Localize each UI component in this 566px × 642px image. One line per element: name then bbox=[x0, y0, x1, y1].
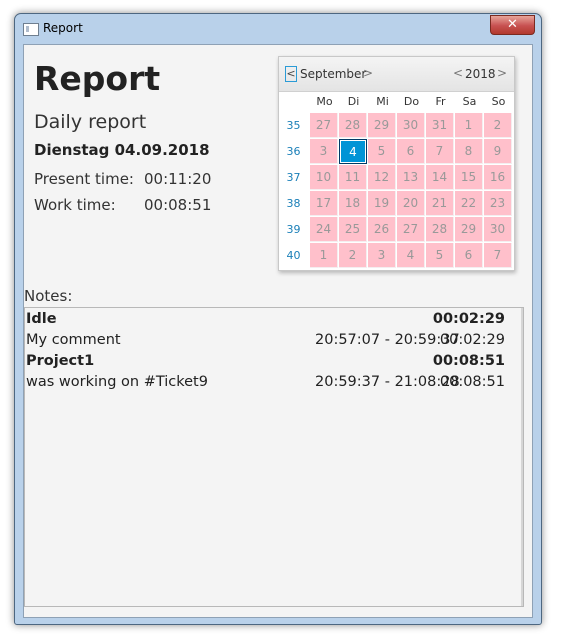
week-number: 38 bbox=[286, 197, 301, 210]
weekday-header: Do bbox=[403, 95, 420, 108]
calendar-day[interactable]: 27 bbox=[397, 217, 425, 242]
calendar-day[interactable]: 3 bbox=[310, 139, 338, 164]
notes-list[interactable]: Idle 00:02:29 My comment 20:57:07 - 20:59:3… bbox=[24, 307, 524, 607]
calendar-day[interactable]: 16 bbox=[484, 165, 512, 190]
calendar-day[interactable]: 24 bbox=[310, 217, 338, 242]
calendar-day[interactable]: 27 bbox=[310, 113, 338, 138]
calendar-day[interactable]: 11 bbox=[339, 165, 367, 190]
calendar-day[interactable]: 14 bbox=[426, 165, 454, 190]
notes-label: Notes: bbox=[24, 287, 73, 305]
next-year-button[interactable]: > bbox=[497, 66, 507, 80]
week-number: 36 bbox=[286, 145, 301, 158]
notes-scrollbar[interactable] bbox=[521, 308, 523, 606]
note-duration: 00:08:51 bbox=[432, 353, 505, 369]
calendar-day[interactable]: 5 bbox=[426, 243, 454, 268]
weekday-header: Di bbox=[347, 95, 360, 108]
calendar-day[interactable]: 7 bbox=[426, 139, 454, 164]
calendar: < September > < 2018 > Mo Di Mi Do Fr Sa So 35 2… bbox=[278, 56, 515, 271]
calendar-day[interactable]: 2 bbox=[484, 113, 512, 138]
calendar-day[interactable]: 13 bbox=[397, 165, 425, 190]
weekday-header: Mo bbox=[316, 95, 333, 108]
present-time-value: 00:11:20 bbox=[144, 170, 212, 188]
note-entry-text: My comment bbox=[26, 332, 121, 348]
calendar-day[interactable]: 12 bbox=[368, 165, 396, 190]
calendar-year[interactable]: 2018 bbox=[465, 67, 496, 81]
calendar-month[interactable]: September bbox=[300, 67, 366, 81]
calendar-day[interactable]: 31 bbox=[426, 113, 454, 138]
calendar-day[interactable]: 4 bbox=[397, 243, 425, 268]
note-time-range: 20:57:07 - 20:59:37 bbox=[315, 332, 460, 348]
close-button[interactable]: ✕ bbox=[490, 15, 535, 35]
calendar-day[interactable]: 29 bbox=[455, 217, 483, 242]
report-date: Dienstag 04.09.2018 bbox=[34, 141, 210, 159]
note-group-title: Idle bbox=[26, 311, 57, 327]
calendar-day-selected[interactable]: 4 bbox=[339, 139, 367, 164]
week-number: 40 bbox=[286, 249, 301, 262]
note-duration: 00:08:51 bbox=[439, 374, 505, 390]
calendar-day[interactable]: 30 bbox=[397, 113, 425, 138]
calendar-day[interactable]: 1 bbox=[455, 113, 483, 138]
report-window: Report ✕ Report Daily report Dienstag 04… bbox=[14, 13, 542, 625]
calendar-day[interactable]: 15 bbox=[455, 165, 483, 190]
next-month-button[interactable]: > bbox=[363, 66, 373, 80]
calendar-day[interactable]: 23 bbox=[484, 191, 512, 216]
calendar-header: < September > < 2018 > bbox=[279, 57, 514, 92]
work-time-value: 00:08:51 bbox=[144, 196, 212, 214]
calendar-day[interactable]: 10 bbox=[310, 165, 338, 190]
week-number: 35 bbox=[286, 119, 301, 132]
calendar-day[interactable]: 29 bbox=[368, 113, 396, 138]
calendar-day[interactable]: 21 bbox=[426, 191, 454, 216]
note-time-range: 20:59:37 - 21:08:28 bbox=[315, 374, 460, 390]
calendar-day[interactable]: 28 bbox=[339, 113, 367, 138]
calendar-day[interactable]: 5 bbox=[368, 139, 396, 164]
calendar-day[interactable]: 2 bbox=[339, 243, 367, 268]
calendar-day[interactable]: 6 bbox=[397, 139, 425, 164]
calendar-day[interactable]: 20 bbox=[397, 191, 425, 216]
prev-month-button[interactable]: < bbox=[285, 66, 297, 82]
week-number: 37 bbox=[286, 171, 301, 184]
prev-year-button[interactable]: < bbox=[453, 66, 463, 80]
weekday-header: So bbox=[491, 95, 506, 108]
title-bar[interactable]: Report ✕ bbox=[15, 14, 541, 44]
work-time-label: Work time: bbox=[34, 196, 116, 214]
calendar-day[interactable]: 8 bbox=[455, 139, 483, 164]
week-number: 39 bbox=[286, 223, 301, 236]
window-title: Report bbox=[43, 21, 83, 35]
calendar-day[interactable]: 9 bbox=[484, 139, 512, 164]
calendar-day[interactable]: 22 bbox=[455, 191, 483, 216]
weekday-header: Fr bbox=[435, 95, 446, 108]
calendar-day[interactable]: 25 bbox=[339, 217, 367, 242]
present-time-label: Present time: bbox=[34, 170, 134, 188]
calendar-day[interactable]: 30 bbox=[484, 217, 512, 242]
calendar-day[interactable]: 1 bbox=[310, 243, 338, 268]
note-duration: 00:02:29 bbox=[439, 332, 505, 348]
calendar-day[interactable]: 3 bbox=[368, 243, 396, 268]
note-group-title: Project1 bbox=[26, 353, 95, 369]
weekday-header: Mi bbox=[376, 95, 389, 108]
client-area: Report Daily report Dienstag 04.09.2018 … bbox=[23, 44, 533, 618]
note-entry-text: was working on #Ticket9 bbox=[26, 374, 208, 390]
weekday-header: Sa bbox=[462, 95, 477, 108]
calendar-day[interactable]: 26 bbox=[368, 217, 396, 242]
calendar-day[interactable]: 17 bbox=[310, 191, 338, 216]
page-title: Report bbox=[34, 59, 161, 98]
calendar-day[interactable]: 6 bbox=[455, 243, 483, 268]
note-duration: 00:02:29 bbox=[432, 311, 505, 327]
calendar-day[interactable]: 7 bbox=[484, 243, 512, 268]
calendar-day[interactable]: 18 bbox=[339, 191, 367, 216]
app-window-icon bbox=[23, 23, 39, 36]
page-subtitle: Daily report bbox=[34, 111, 147, 133]
calendar-day[interactable]: 19 bbox=[368, 191, 396, 216]
calendar-day[interactable]: 28 bbox=[426, 217, 454, 242]
